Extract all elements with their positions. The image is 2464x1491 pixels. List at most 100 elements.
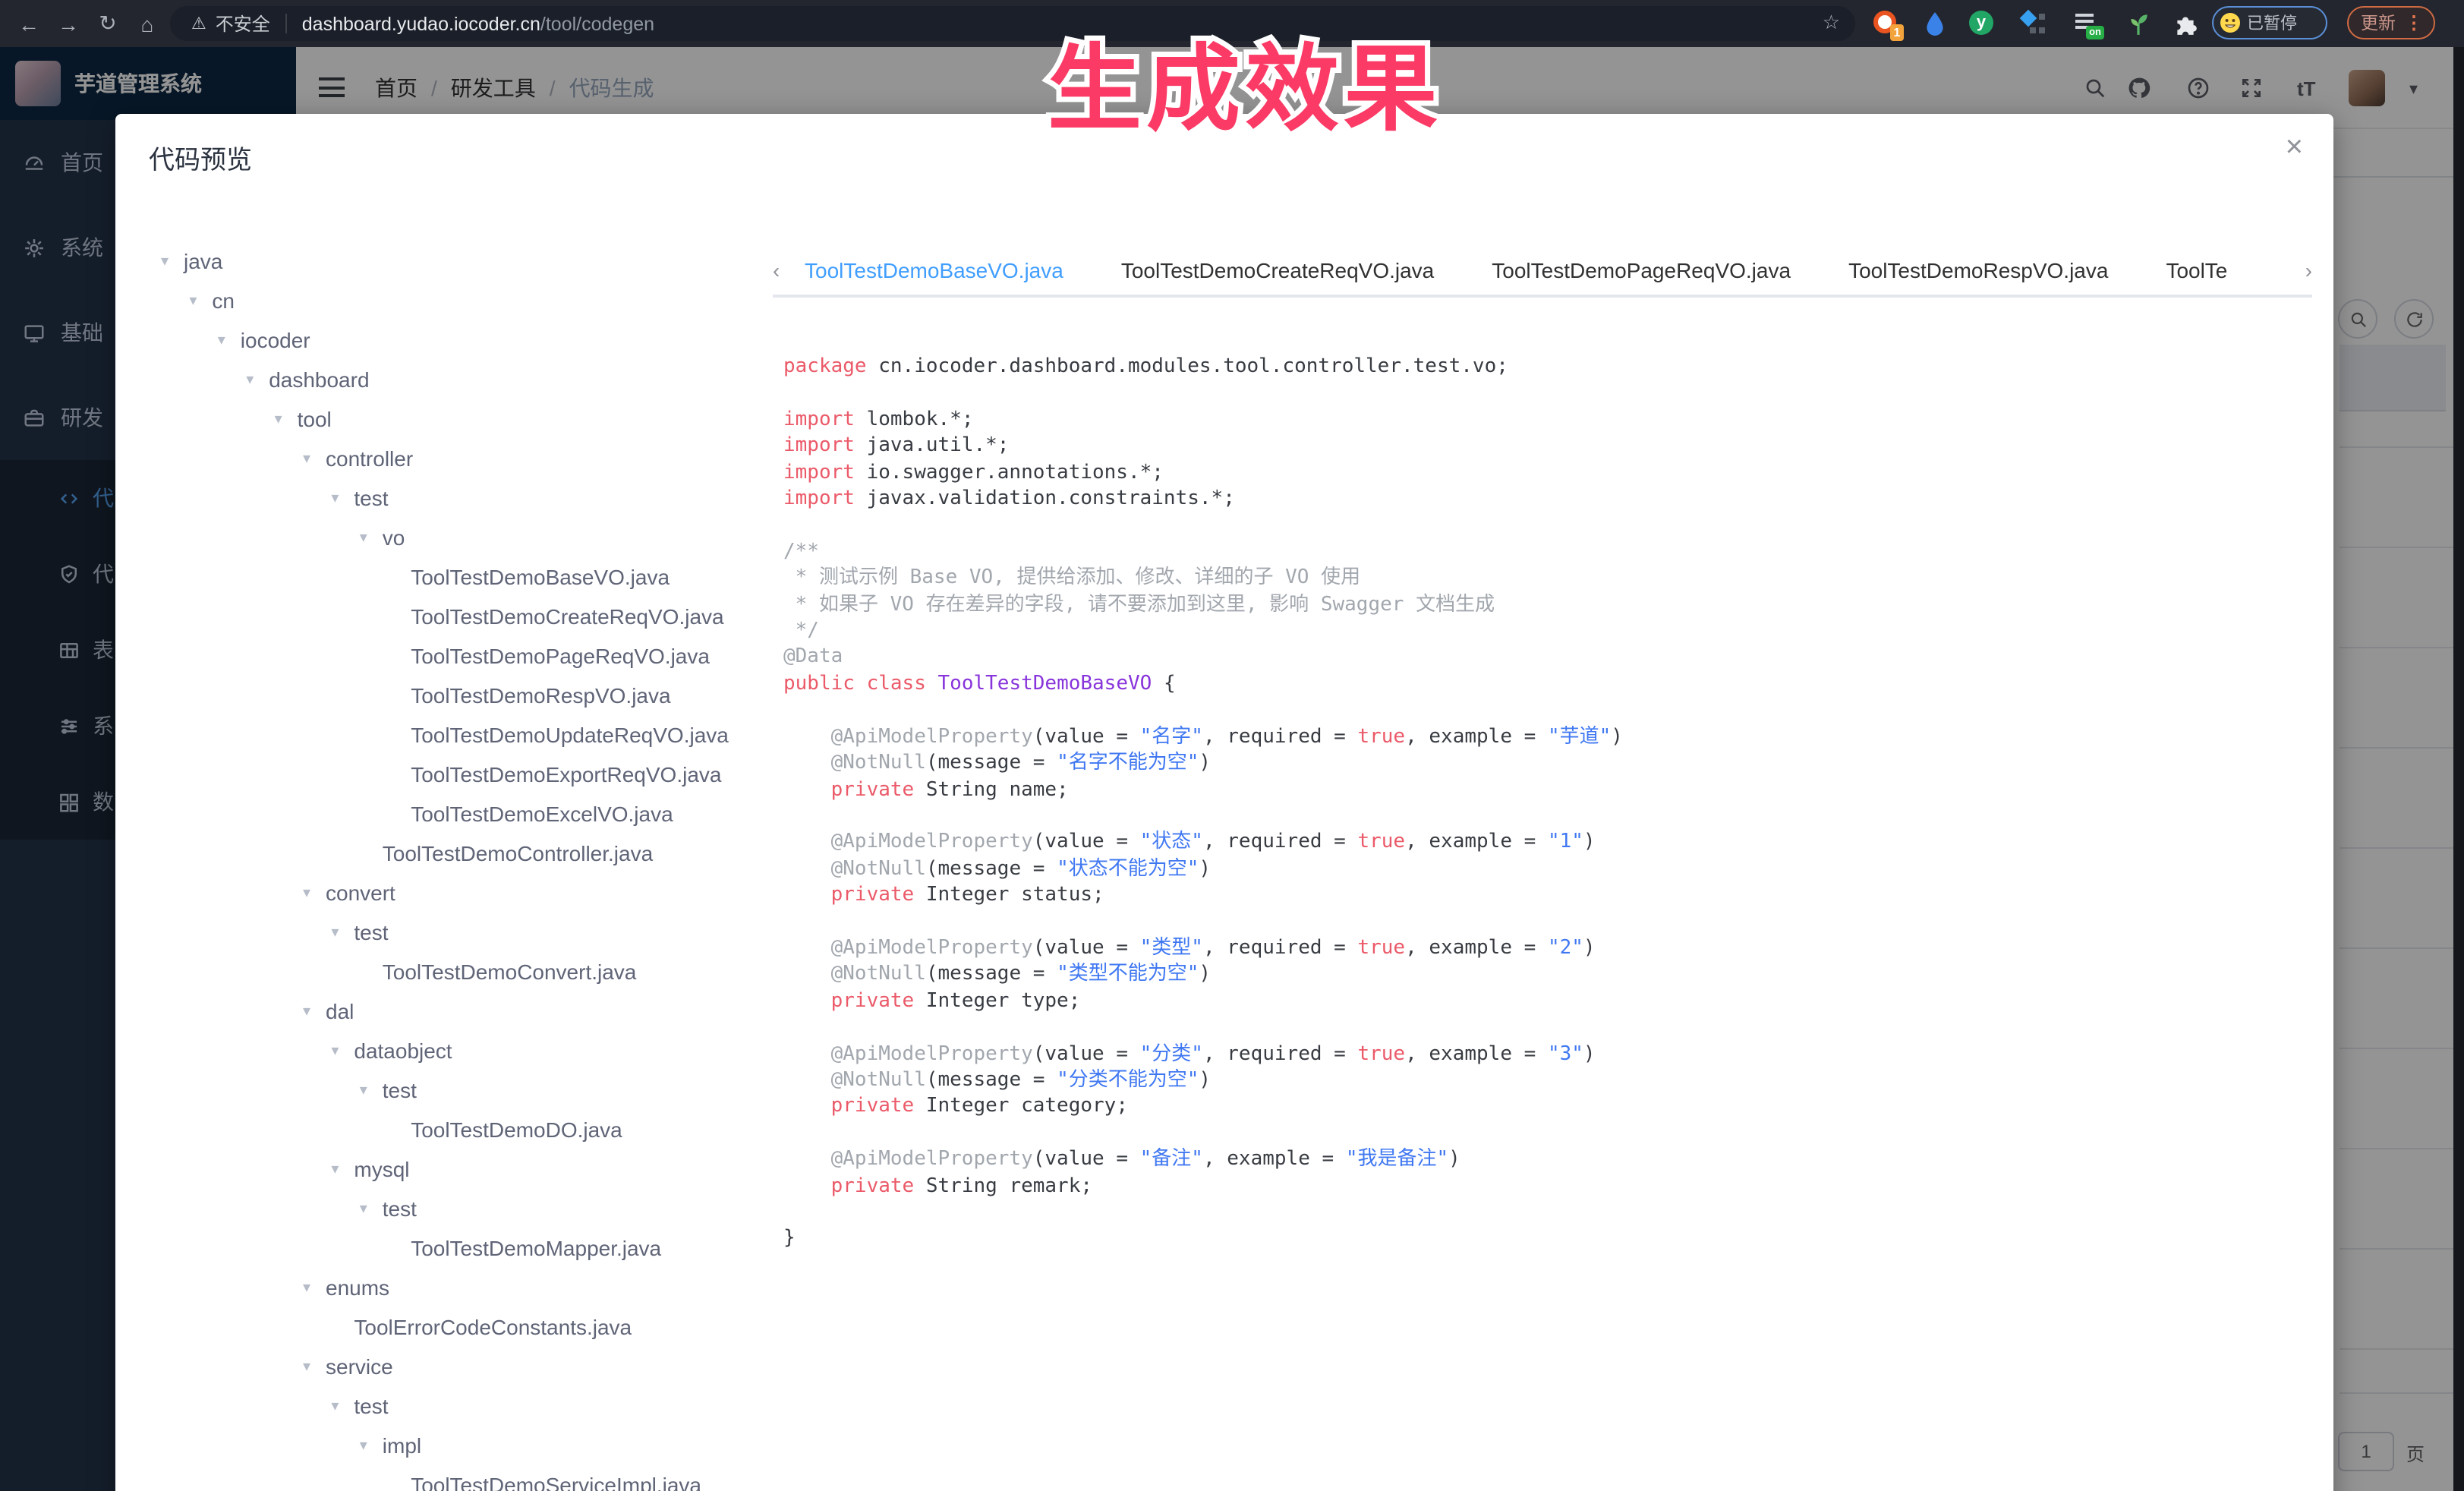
bookmark-star-icon[interactable]: ☆ <box>1823 11 1840 35</box>
tree-file[interactable]: ToolTestDemoMapper.java <box>143 1228 765 1268</box>
caret-down-icon: ▾ <box>331 1398 354 1414</box>
tree-file[interactable]: ToolTestDemoCreateReqVO.java <box>143 597 765 636</box>
tree-folder[interactable]: ▾test <box>143 913 765 952</box>
screen: ← → ↻ ⌂ ⚠ 不安全 dashboard.yudao.iocoder.cn… <box>0 0 2464 1491</box>
tree-folder[interactable]: ▾dataobject <box>143 1031 765 1070</box>
tree-file[interactable]: ToolErrorCodeConstants.java <box>143 1307 765 1347</box>
file-tree: ▾java▾cn▾iocoder▾dashboard▾tool▾controll… <box>143 241 765 1491</box>
tree-file[interactable]: ToolTestDemoServiceImpl.java <box>143 1465 765 1491</box>
caret-down-icon: ▾ <box>303 1003 326 1020</box>
update-label: 更新 <box>2361 11 2396 35</box>
caret-down-icon: ▾ <box>189 292 212 309</box>
tree-label: ToolTestDemoMapper.java <box>411 1236 661 1260</box>
tree-file[interactable]: ToolTestDemoExportReqVO.java <box>143 755 765 794</box>
tree-folder[interactable]: ▾tool <box>143 399 765 439</box>
tree-folder[interactable]: ▾controller <box>143 439 765 478</box>
tree-folder[interactable]: ▾dal <box>143 991 765 1031</box>
caret-down-icon: ▾ <box>331 1042 354 1059</box>
caret-down-icon: ▾ <box>303 1279 326 1296</box>
extension-green-circle-icon[interactable]: y <box>1969 11 1995 36</box>
browser-home-button[interactable]: ⌂ <box>131 0 164 47</box>
tree-label: cn <box>212 288 235 313</box>
close-icon[interactable]: × <box>2286 132 2303 162</box>
tree-label: ToolTestDemoExcelVO.java <box>411 802 673 826</box>
caret-down-icon: ▾ <box>275 411 298 427</box>
tree-folder[interactable]: ▾vo <box>143 518 765 557</box>
tree-file[interactable]: ToolTestDemoDO.java <box>143 1110 765 1149</box>
tree-folder[interactable]: ▾impl <box>143 1426 765 1465</box>
url-path: /tool/codegen <box>540 13 654 34</box>
code-tab[interactable]: ToolTestDemoBaseVO.java <box>805 251 1063 298</box>
paused-label: 已暂停 <box>2247 11 2297 35</box>
tree-label: test <box>354 486 388 510</box>
modal-title: 代码预览 <box>149 138 252 176</box>
tree-label: iocoder <box>241 328 310 352</box>
extension-list-on-icon[interactable]: on <box>2075 11 2101 36</box>
tree-folder[interactable]: ▾java <box>143 241 765 281</box>
extension-drop-icon[interactable] <box>1922 11 1948 36</box>
tree-folder[interactable]: ▾test <box>143 478 765 518</box>
browser-reload-button[interactable]: ↻ <box>91 0 124 47</box>
tree-label: controller <box>326 446 413 471</box>
tree-file[interactable]: ToolTestDemoExcelVO.java <box>143 794 765 834</box>
tree-file[interactable]: ToolTestDemoController.java <box>143 834 765 873</box>
browser-forward-button[interactable]: → <box>52 0 85 47</box>
address-bar[interactable]: ⚠ 不安全 dashboard.yudao.iocoder.cn /tool/c… <box>170 6 1855 41</box>
url-host: dashboard.yudao.iocoder.cn <box>302 13 540 34</box>
tree-folder[interactable]: ▾iocoder <box>143 320 765 360</box>
tree-label: vo <box>383 525 405 550</box>
tree-label: ToolTestDemoCreateReqVO.java <box>411 604 723 629</box>
caret-down-icon: ▾ <box>360 529 383 546</box>
tree-folder[interactable]: ▾test <box>143 1189 765 1228</box>
tree-folder[interactable]: ▾cn <box>143 281 765 320</box>
tree-folder[interactable]: ▾mysql <box>143 1149 765 1189</box>
tree-folder[interactable]: ▾service <box>143 1347 765 1386</box>
tree-folder[interactable]: ▾test <box>143 1070 765 1110</box>
tree-label: ToolTestDemoPageReqVO.java <box>411 644 710 668</box>
browser-update-button[interactable]: 更新 ⋮ <box>2347 6 2435 39</box>
tree-label: ToolTestDemoConvert.java <box>383 960 637 984</box>
tree-label: test <box>383 1078 417 1102</box>
not-secure-warning-icon: ⚠ <box>191 14 206 33</box>
browser-back-button[interactable]: ← <box>12 0 46 47</box>
tree-label: ToolTestDemoDO.java <box>411 1117 622 1142</box>
tabs-scroll-right-icon[interactable]: › <box>2305 258 2312 282</box>
tabs-scroll-left-icon[interactable]: ‹ <box>773 258 780 282</box>
tree-label: convert <box>326 881 395 905</box>
annotation-text: 生成效果 生成效果 <box>1048 12 1564 152</box>
caret-down-icon: ▾ <box>303 450 326 467</box>
tree-file[interactable]: ToolTestDemoConvert.java <box>143 952 765 991</box>
caret-down-icon: ▾ <box>246 371 269 388</box>
tree-folder[interactable]: ▾test <box>143 1386 765 1426</box>
caret-down-icon: ▾ <box>331 490 354 506</box>
tree-folder[interactable]: ▾convert <box>143 873 765 913</box>
tree-folder[interactable]: ▾enums <box>143 1268 765 1307</box>
tree-label: test <box>383 1196 417 1221</box>
code-tab[interactable]: ToolTestDemoCreateReqVO.java <box>1121 251 1434 298</box>
extension-sprout-icon[interactable] <box>2125 11 2151 36</box>
extension-gem-grid-icon[interactable] <box>2021 11 2047 36</box>
tree-file[interactable]: ToolTestDemoUpdateReqVO.java <box>143 715 765 755</box>
code-tab[interactable]: ToolTestDemoPageReqVO.java <box>1492 251 1791 298</box>
browser-scrollbar[interactable] <box>2453 47 2464 1491</box>
tree-folder[interactable]: ▾dashboard <box>143 360 765 399</box>
caret-down-icon: ▾ <box>360 1200 383 1217</box>
code-tab[interactable]: ToolTestDemoRespVO.java <box>1848 251 2108 298</box>
code-preview-modal: 代码预览 × ▾java▾cn▾iocoder▾dashboard▾tool▾c… <box>115 114 2333 1491</box>
address-divider <box>285 14 287 33</box>
profile-paused-chip[interactable]: 已暂停 <box>2212 6 2327 39</box>
tree-label: tool <box>298 407 332 431</box>
tree-file[interactable]: ToolTestDemoBaseVO.java <box>143 557 765 597</box>
extension-orange-ring-icon[interactable]: 1 <box>1873 11 1899 36</box>
app-page: 首页 / 研发工具 / 代码生成 tT ▾ <box>0 47 2464 1491</box>
tree-label: ToolTestDemoController.java <box>383 841 653 865</box>
code-tab[interactable]: ToolTe <box>2166 251 2227 298</box>
tree-label: ToolTestDemoServiceImpl.java <box>411 1473 701 1491</box>
tree-file[interactable]: ToolTestDemoPageReqVO.java <box>143 636 765 676</box>
caret-down-icon: ▾ <box>303 884 326 901</box>
tree-label: java <box>184 249 222 273</box>
browser-menu-dots-icon[interactable]: ⋮ <box>2405 12 2423 33</box>
tree-file[interactable]: ToolTestDemoRespVO.java <box>143 676 765 715</box>
caret-down-icon: ▾ <box>360 1437 383 1454</box>
extensions-puzzle-icon[interactable] <box>2173 11 2198 36</box>
